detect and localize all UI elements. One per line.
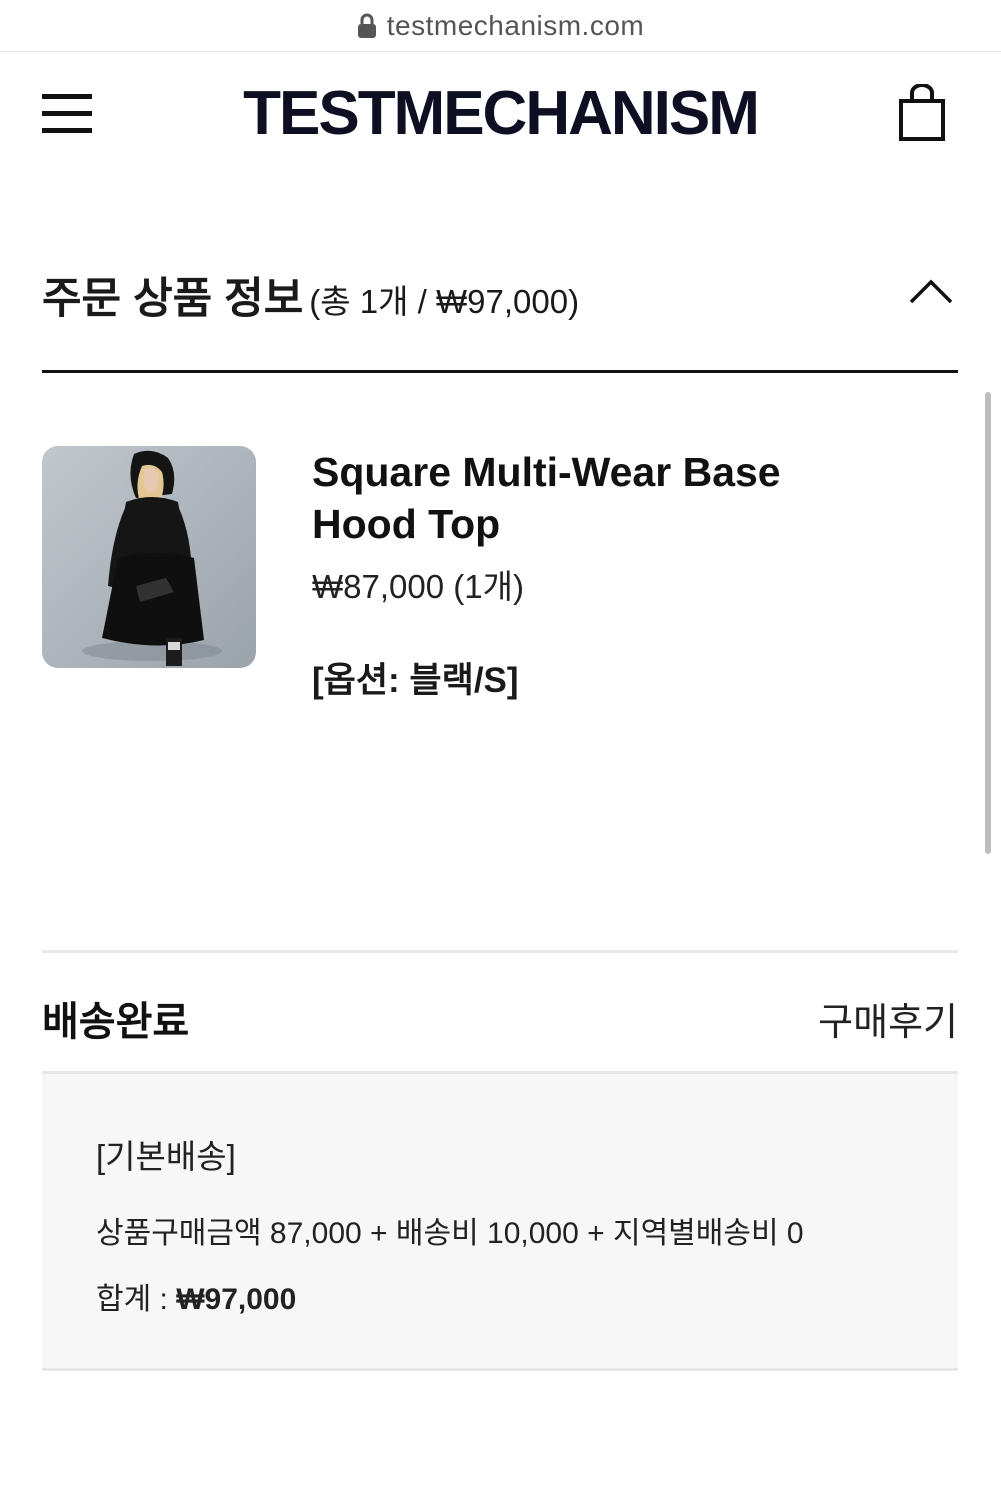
write-review-button[interactable]: 구매후기 (818, 991, 958, 1046)
url-text[interactable]: testmechanism.com (387, 10, 644, 42)
site-header: TESTMECHANISM (0, 52, 1001, 172)
product-option: [옵션: 블랙/S] (312, 661, 519, 700)
product-name[interactable]: Square Multi-Wear Base Hood Top (312, 446, 872, 550)
shipping-summary-panel: [기본배송] 상품구매금액 87,000 + 배송비 10,000 + 지역별배… (42, 1071, 958, 1371)
section-divider (42, 370, 958, 373)
product-price: ₩87,000 (1개) (312, 568, 524, 605)
shopping-bag-icon[interactable] (898, 84, 946, 142)
brand-logo[interactable]: TESTMECHANISM (0, 78, 1001, 149)
browser-address-bar[interactable]: testmechanism.com (0, 0, 1001, 52)
section-title-text: 주문 상품 정보 (42, 275, 304, 323)
section-title: 주문 상품 정보 (총 1개 / ₩97,000) (42, 264, 579, 326)
order-summary: (총 1개 / ₩97,000) (309, 283, 580, 320)
shipping-type: [기본배송] (96, 1138, 236, 1175)
order-total-value: ₩97,000 (176, 1283, 297, 1316)
order-items-header[interactable]: 주문 상품 정보 (총 1개 / ₩97,000) (42, 258, 958, 328)
order-total: 합계 : ₩97,000 (96, 1274, 296, 1318)
product-image[interactable] (42, 446, 256, 668)
order-item: Square Multi-Wear Base Hood Top ₩87,000 … (42, 446, 958, 706)
chevron-up-icon[interactable] (908, 276, 954, 306)
lock-icon (357, 13, 377, 39)
order-total-label: 합계 : (96, 1283, 177, 1316)
shipping-calculation: 상품구매금액 87,000 + 배송비 10,000 + 지역별배송비 0 (96, 1217, 804, 1250)
scrollbar[interactable] (985, 392, 991, 854)
delivery-status: 배송완료 (42, 1000, 190, 1044)
delivery-status-row: 배송완료 구매후기 (42, 953, 958, 1071)
